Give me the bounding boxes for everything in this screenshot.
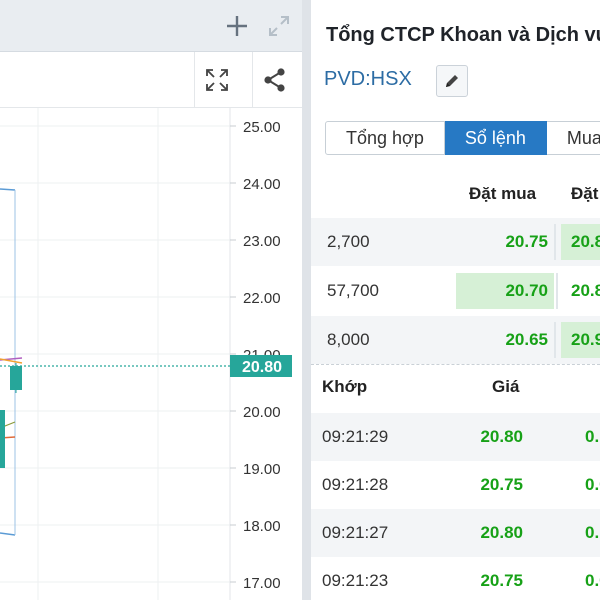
trade-time: 09:21:27 [322, 523, 389, 542]
share-icon[interactable] [252, 52, 296, 108]
column-divider [556, 273, 558, 309]
expand-diagonal-icon[interactable] [266, 13, 292, 39]
bid-volume: 57,700 [327, 281, 379, 300]
order-book-row[interactable]: 57,700 20.70 20.85 [311, 267, 600, 315]
order-book-header: Đặt mua Đặt bán [311, 172, 600, 216]
trade-row: 09:21:27 20.80 0.10 [311, 509, 600, 557]
tab-bar: Tổng hợp Sổ lệnh Mua bán [325, 121, 600, 155]
trade-change: 0.05 [585, 475, 600, 494]
edit-button[interactable] [436, 65, 468, 97]
grid-lines [0, 125, 230, 583]
ask-price: 20.80 [571, 232, 600, 251]
tick-label: 17.00 [243, 575, 281, 592]
chart-panel: 25.0024.0023.0022.0021.0020.0019.0018.00… [0, 0, 302, 600]
trade-change: 0.05 [585, 571, 600, 590]
ask-header: Đặt bán [571, 184, 600, 203]
trade-row: 09:21:28 20.75 0.05 [311, 461, 600, 509]
chart-toolbar [0, 52, 302, 108]
tab-trades[interactable]: Mua bán [546, 121, 600, 155]
trade-change: 0.10 [585, 523, 600, 542]
trade-price: 20.80 [480, 427, 523, 446]
trade-row: 09:21:29 20.80 0.10 [311, 413, 600, 461]
ask-price: 20.85 [571, 281, 600, 300]
trade-price: 20.75 [480, 475, 523, 494]
bid-volume: 2,700 [327, 232, 370, 251]
tick-label: 22.00 [243, 290, 281, 307]
bid-header: Đặt mua [469, 184, 537, 203]
candle [0, 410, 5, 468]
order-book-row[interactable]: 8,000 20.65 20.90 [311, 316, 600, 364]
tick-label: 18.00 [243, 518, 281, 535]
trade-time: 09:21:23 [322, 571, 389, 590]
tick-label: 25.00 [243, 119, 281, 136]
trade-row: 09:21:23 20.75 0.05 [311, 557, 600, 600]
bid-price: 20.70 [505, 281, 548, 300]
trade-time: 09:21:28 [322, 475, 389, 494]
trade-price: 20.75 [480, 571, 523, 590]
bid-volume: 8,000 [327, 330, 370, 349]
fullscreen-icon[interactable] [194, 52, 238, 108]
pencil-icon [446, 75, 458, 87]
ask-price: 20.90 [571, 330, 600, 349]
bid-price: 20.65 [505, 330, 548, 349]
band-lower-line [0, 532, 16, 536]
plus-icon[interactable] [224, 13, 250, 39]
tick-label: 24.00 [243, 176, 281, 193]
tick-label: 23.00 [243, 233, 281, 250]
time-header: Khớp [322, 377, 368, 396]
column-divider [554, 224, 556, 260]
tick-label: 20.00 [243, 404, 281, 421]
current-price-label: 20.80 [242, 359, 282, 376]
column-divider [554, 322, 556, 358]
tab-order-book[interactable]: Sổ lệnh [444, 121, 547, 155]
trade-time: 09:21:29 [322, 427, 389, 446]
candle [10, 366, 22, 390]
ticker-symbol[interactable]: PVD:HSX [324, 68, 412, 91]
company-name: Tổng CTCP Khoan và Dịch vụ Khoan Dầu khí [326, 24, 600, 46]
band-upper-line [0, 188, 16, 191]
trades-header: Khớp Giá [311, 365, 600, 409]
bid-price: 20.75 [505, 232, 548, 251]
stock-detail-panel: Tổng CTCP Khoan và Dịch vụ Khoan Dầu khí… [311, 0, 600, 600]
price-chart[interactable]: 25.0024.0023.0022.0021.0020.0019.0018.00… [0, 108, 302, 600]
order-book-row[interactable]: 2,700 20.75 20.80 [311, 218, 600, 266]
tab-summary[interactable]: Tổng hợp [325, 121, 445, 155]
trade-price: 20.80 [480, 523, 523, 542]
tick-label: 19.00 [243, 461, 281, 478]
chart-titlebar [0, 0, 302, 52]
price-header: Giá [492, 377, 520, 396]
trade-change: 0.10 [585, 427, 600, 446]
